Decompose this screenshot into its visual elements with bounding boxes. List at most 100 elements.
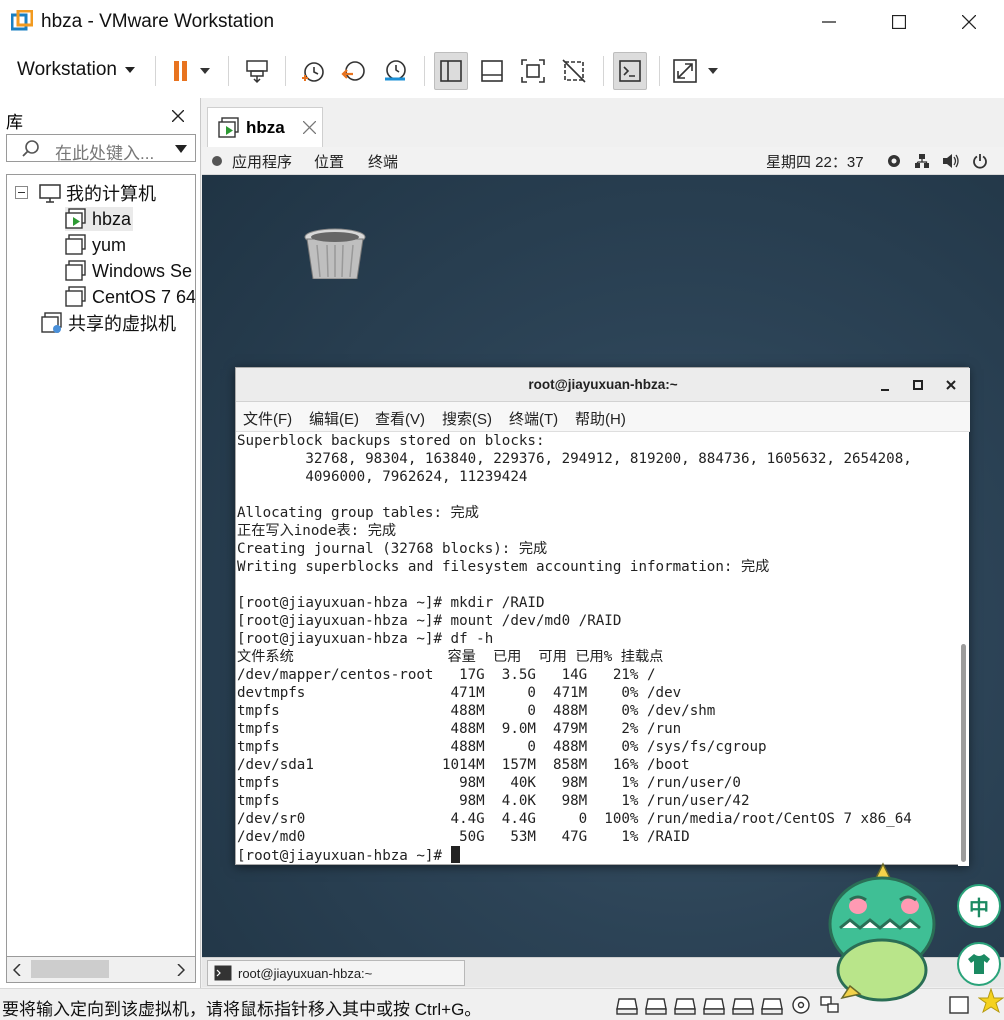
minimize-button[interactable] — [794, 0, 864, 44]
unity-button[interactable] — [557, 52, 591, 90]
menu-file[interactable]: 文件(F) — [243, 408, 292, 429]
terminal-line: [root@jiayuxuan-hbza ~]# mount /dev/md0 … — [237, 613, 622, 629]
vm-icon — [65, 286, 86, 307]
snapshot-icon — [302, 62, 324, 82]
clock[interactable]: 星期四 22：37 — [766, 151, 864, 172]
menu-terminal[interactable]: 终端(T) — [509, 408, 558, 429]
terminal-line: Superblock backups stored on blocks: — [237, 433, 545, 449]
hard-disk-icon[interactable] — [703, 995, 725, 1015]
terminal-line: tmpfs 98M 40K 98M 1% /run/user/0 — [237, 775, 741, 791]
gnome-top-bar: 应用程序 位置 终端 星期四 22：37 — [202, 147, 1004, 175]
toolbar-divider — [603, 56, 604, 86]
menu-help[interactable]: 帮助(H) — [575, 408, 626, 429]
applications-menu[interactable]: 应用程序 — [232, 151, 292, 172]
terminal-scrollbar[interactable] — [958, 432, 969, 866]
message-log-icon[interactable] — [948, 995, 970, 1015]
tree-label: hbza — [92, 208, 132, 229]
revert-snapshot-button[interactable] — [337, 52, 371, 90]
search-icon — [22, 140, 39, 157]
suspend-button[interactable] — [166, 52, 216, 90]
power-icon[interactable] — [972, 153, 988, 169]
tree-node-my-computer[interactable]: 我的计算机 — [15, 181, 156, 205]
menu-search[interactable]: 搜索(S) — [442, 408, 492, 429]
tree-label: yum — [92, 234, 127, 255]
terminal-line: tmpfs 488M 9.0M 479M 2% /run — [237, 721, 682, 737]
chevron-down-icon — [175, 145, 187, 153]
accessibility-icon[interactable] — [887, 154, 901, 168]
terminal-line: /dev/sda1 1014M 157M 858M 16% /boot — [237, 757, 690, 773]
terminal-window[interactable]: root@jiayuxuan-hbza:~ 文件(F) 编辑(E) 查看(V) … — [235, 367, 970, 866]
collapse-toggle-icon — [15, 186, 28, 199]
stretch-guest-button[interactable] — [670, 52, 724, 90]
close-button[interactable] — [934, 0, 1004, 44]
library-search[interactable]: 在此处键入... — [6, 134, 196, 163]
hard-disk-icon[interactable] — [761, 995, 783, 1015]
terminal-line: tmpfs 488M 0 488M 0% /sys/fs/cgroup — [237, 739, 767, 755]
title-bar: hbza - VMware Workstation — [0, 0, 1004, 44]
hard-disk-icon[interactable] — [616, 995, 638, 1015]
tree-node-vm-hbza[interactable]: hbza — [65, 207, 134, 231]
skin-button[interactable] — [957, 942, 1001, 986]
network-wired-icon[interactable] — [914, 153, 930, 169]
maximize-icon — [892, 15, 906, 29]
hard-disk-icon[interactable] — [674, 995, 696, 1015]
tree-node-vm-windows[interactable]: Windows Se — [65, 259, 192, 283]
stretch-icon — [673, 59, 718, 83]
terminal-prompt: [root@jiayuxuan-hbza ~]# — [237, 848, 451, 864]
terminal-line: /dev/sr0 4.4G 4.4G 0 100% /run/media/roo… — [237, 811, 912, 827]
tree-node-vm-centos[interactable]: CentOS 7 64 — [65, 285, 195, 309]
snapshot-manager-button[interactable] — [378, 52, 412, 90]
library-close-button[interactable] — [171, 106, 185, 127]
terminal-line: Creating journal (32768 blocks): 完成 — [237, 541, 548, 557]
console-icon — [619, 60, 641, 82]
volume-icon[interactable] — [942, 153, 960, 169]
send-ctrl-alt-del-button[interactable] — [240, 52, 274, 90]
terminal-line: 文件系统 容量 已用 可用 已用% 挂载点 — [237, 649, 664, 665]
library-tree: 我的计算机 hbza yum Windows Se CentOS 7 64 共享… — [6, 174, 196, 957]
library-panel: 库 在此处键入... 我的计算机 hbza yum Windows Se Cen… — [0, 98, 200, 988]
thumbnail-layout-icon — [481, 60, 503, 82]
console-view-button[interactable] — [613, 52, 647, 90]
taskbar-terminal-button[interactable]: root@jiayuxuan-hbza:~ — [207, 960, 465, 986]
terminal-app-menu[interactable]: 终端 — [368, 151, 398, 172]
cd-drive-icon[interactable] — [790, 995, 812, 1015]
menu-edit[interactable]: 编辑(E) — [309, 408, 359, 429]
main-toolbar: Workstation — [0, 44, 1004, 98]
full-screen-button[interactable] — [516, 52, 550, 90]
hard-disk-icon[interactable] — [645, 995, 667, 1015]
star-icon — [978, 988, 1004, 1014]
thumbnail-bar-button[interactable] — [475, 52, 509, 90]
dinosaur-mascot-icon[interactable] — [820, 862, 950, 1002]
close-icon[interactable] — [302, 121, 316, 134]
show-library-button[interactable] — [434, 52, 468, 90]
menu-view[interactable]: 查看(V) — [375, 408, 425, 429]
tree-label: 我的计算机 — [66, 184, 156, 204]
ime-chinese-button[interactable]: 中 — [957, 884, 1001, 928]
maximize-button[interactable] — [864, 0, 934, 44]
terminal-output[interactable]: Superblock backups stored on blocks: 327… — [236, 432, 958, 866]
computer-icon — [39, 184, 61, 203]
revert-icon — [341, 61, 365, 81]
tree-node-shared-vms[interactable]: 共享的虚拟机 — [41, 311, 176, 335]
gnome-apps-icon — [212, 156, 222, 166]
workstation-menu[interactable]: Workstation — [17, 59, 135, 81]
vm-tab-hbza[interactable]: hbza — [207, 107, 323, 147]
trash-desktop-icon[interactable] — [303, 227, 367, 279]
hard-disk-icon[interactable] — [732, 995, 754, 1015]
terminal-line: [root@jiayuxuan-hbza ~]# df -h — [237, 631, 494, 647]
scrollbar-thumb[interactable] — [31, 960, 109, 978]
terminal-line: 4096000, 7962624, 11239424 — [237, 469, 528, 485]
vmware-window: hbza - VMware Workstation Workstation 库 … — [0, 0, 1004, 1020]
places-menu[interactable]: 位置 — [314, 151, 344, 172]
vm-icon — [65, 260, 86, 281]
terminal-line: [root@jiayuxuan-hbza ~]# mkdir /RAID — [237, 595, 545, 611]
scrollbar-thumb[interactable] — [961, 644, 966, 862]
guest-screen[interactable]: 应用程序 位置 终端 星期四 22：37 root@jiayuxuan-hbza… — [202, 147, 1004, 957]
take-snapshot-button[interactable] — [296, 52, 330, 90]
terminal-line: /dev/mapper/centos-root 17G 3.5G 14G 21%… — [237, 667, 656, 683]
toolbar-divider — [659, 56, 660, 86]
minimize-icon — [822, 21, 836, 23]
tree-node-vm-yum[interactable]: yum — [65, 233, 126, 257]
close-icon — [962, 15, 976, 29]
library-horizontal-scrollbar[interactable] — [6, 957, 196, 983]
